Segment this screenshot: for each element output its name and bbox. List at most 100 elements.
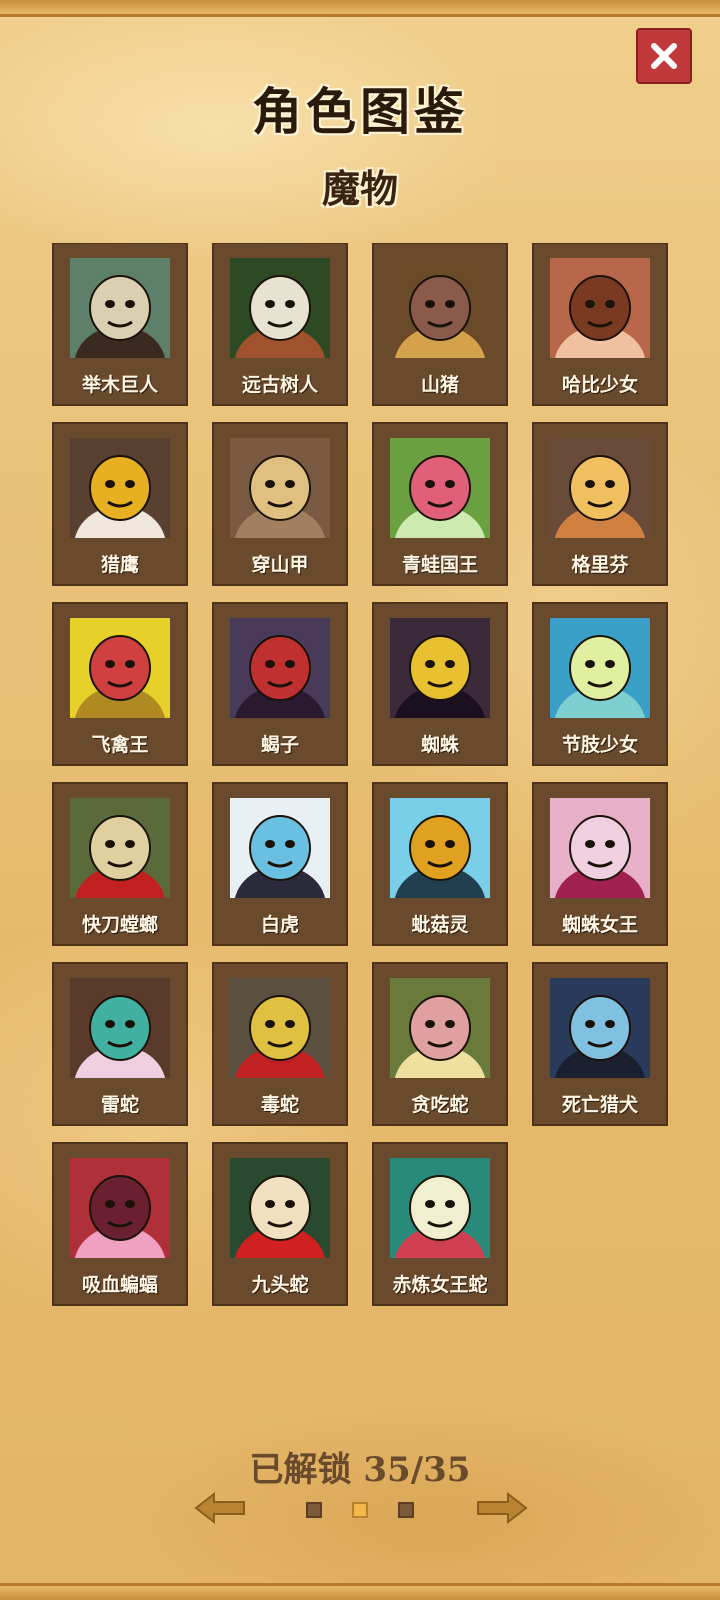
- monster-card[interactable]: 山猪: [372, 243, 508, 406]
- monster-name: 飞禽王: [91, 734, 149, 756]
- monster-portrait: [550, 438, 650, 538]
- monster-portrait: [230, 1158, 330, 1258]
- monster-portrait: [390, 978, 490, 1078]
- monster-card[interactable]: 飞禽王: [52, 602, 188, 766]
- monster-card[interactable]: 格里芬: [532, 422, 668, 586]
- monster-portrait-icon: [230, 798, 330, 898]
- monster-name: 毒蛇: [260, 1094, 299, 1116]
- monster-grid: 牧牙怪森林蜥蜴森林守护者牧角鸟举木巨人远古树人山猪哈比少女猎鹰穿山甲青蛙国王格里…: [52, 243, 668, 1306]
- monster-portrait-icon: [550, 798, 650, 898]
- scroll-bottom-border: [0, 1583, 720, 1600]
- monster-portrait-icon: [390, 438, 490, 538]
- monster-portrait: [70, 618, 170, 718]
- monster-portrait: [70, 438, 170, 538]
- monster-card[interactable]: 节肢少女: [532, 602, 668, 766]
- monster-card[interactable]: 穿山甲: [212, 422, 348, 586]
- monster-name: 蚍菇灵: [411, 914, 469, 936]
- monster-portrait-icon: [390, 798, 490, 898]
- monster-name: 白虎: [260, 914, 299, 936]
- monster-portrait-icon: [390, 618, 490, 718]
- monster-portrait: [550, 978, 650, 1078]
- monster-portrait: [70, 258, 170, 358]
- monster-name: 穿山甲: [251, 554, 309, 576]
- monster-card[interactable]: 蜘蛛: [372, 602, 508, 766]
- monster-card[interactable]: 白虎: [212, 782, 348, 946]
- monster-portrait-icon: [70, 798, 170, 898]
- monster-name: 赤炼女王蛇: [392, 1274, 488, 1296]
- monster-name: 九头蛇: [251, 1274, 309, 1296]
- monster-card[interactable]: 九头蛇: [212, 1142, 348, 1306]
- monster-name: 节肢少女: [561, 734, 638, 756]
- monster-card[interactable]: 举木巨人: [52, 243, 188, 406]
- page-dot-1[interactable]: [306, 1502, 322, 1518]
- monster-name: 蝎子: [260, 734, 299, 756]
- scroll-top-border: [0, 0, 720, 17]
- monster-name: 蜘蛛: [420, 734, 459, 756]
- monster-portrait: [230, 798, 330, 898]
- page-title: 角色图鉴: [252, 82, 468, 141]
- monster-name: 举木巨人: [81, 374, 158, 396]
- monster-card[interactable]: 吸血蝙蝠: [52, 1142, 188, 1306]
- monster-portrait-icon: [70, 258, 170, 358]
- monster-portrait: [390, 1158, 490, 1258]
- monster-name: 青蛙国王: [401, 554, 478, 576]
- monster-name: 猎鹰: [100, 554, 139, 576]
- page-dot-2-active[interactable]: [352, 1502, 368, 1518]
- monster-name: 吸血蝙蝠: [81, 1274, 158, 1296]
- monster-card[interactable]: 赤炼女王蛇: [372, 1142, 508, 1306]
- monster-card[interactable]: 蝎子: [212, 602, 348, 766]
- monster-portrait: [70, 1158, 170, 1258]
- page-dot-3[interactable]: [398, 1502, 414, 1518]
- monster-card[interactable]: 蜘蛛女王: [532, 782, 668, 946]
- monster-portrait: [70, 978, 170, 1078]
- monster-portrait-icon: [70, 978, 170, 1078]
- monster-card[interactable]: 猎鹰: [52, 422, 188, 586]
- monster-name: 哈比少女: [561, 374, 638, 396]
- monster-portrait-icon: [230, 258, 330, 358]
- monster-name: 格里芬: [571, 554, 629, 576]
- monster-card[interactable]: 雷蛇: [52, 962, 188, 1126]
- monster-card[interactable]: 哈比少女: [532, 243, 668, 406]
- monster-portrait-icon: [390, 1158, 490, 1258]
- monster-card[interactable]: 青蛙国王: [372, 422, 508, 586]
- monster-portrait: [550, 618, 650, 718]
- unlocked-count: 已解锁 35/35: [249, 1450, 471, 1490]
- monster-card[interactable]: 快刀螳螂: [52, 782, 188, 946]
- prev-page-arrow-icon[interactable]: [192, 1490, 248, 1526]
- monster-portrait-icon: [70, 1158, 170, 1258]
- monster-portrait: [550, 258, 650, 358]
- monster-portrait: [230, 258, 330, 358]
- monster-portrait-icon: [390, 258, 490, 358]
- monster-portrait: [70, 798, 170, 898]
- monster-portrait: [390, 618, 490, 718]
- monster-portrait-icon: [230, 618, 330, 718]
- monster-grid-viewport[interactable]: 牧牙怪森林蜥蜴森林守护者牧角鸟举木巨人远古树人山猪哈比少女猎鹰穿山甲青蛙国王格里…: [0, 243, 720, 1353]
- monster-portrait: [390, 798, 490, 898]
- monster-name: 蜘蛛女王: [561, 914, 638, 936]
- monster-portrait-icon: [230, 438, 330, 538]
- monster-portrait: [390, 258, 490, 358]
- monster-name: 山猪: [420, 374, 459, 396]
- monster-portrait-icon: [230, 978, 330, 1078]
- monster-portrait-icon: [70, 618, 170, 718]
- monster-portrait-icon: [390, 978, 490, 1078]
- category-title: 魔物: [321, 166, 398, 211]
- monster-portrait: [230, 978, 330, 1078]
- monster-name: 死亡猎犬: [561, 1094, 638, 1116]
- monster-name: 贪吃蛇: [411, 1094, 469, 1116]
- monster-card[interactable]: 贪吃蛇: [372, 962, 508, 1126]
- close-icon: [651, 43, 677, 69]
- monster-name: 快刀螳螂: [81, 914, 158, 936]
- monster-name: 雷蛇: [100, 1094, 139, 1116]
- monster-card[interactable]: 远古树人: [212, 243, 348, 406]
- monster-portrait-icon: [70, 438, 170, 538]
- monster-portrait: [550, 798, 650, 898]
- monster-name: 远古树人: [241, 374, 318, 396]
- monster-card[interactable]: 毒蛇: [212, 962, 348, 1126]
- monster-portrait-icon: [550, 438, 650, 538]
- monster-portrait-icon: [550, 258, 650, 358]
- next-page-arrow-icon[interactable]: [474, 1490, 530, 1526]
- monster-portrait: [230, 438, 330, 538]
- monster-card[interactable]: 死亡猎犬: [532, 962, 668, 1126]
- monster-card[interactable]: 蚍菇灵: [372, 782, 508, 946]
